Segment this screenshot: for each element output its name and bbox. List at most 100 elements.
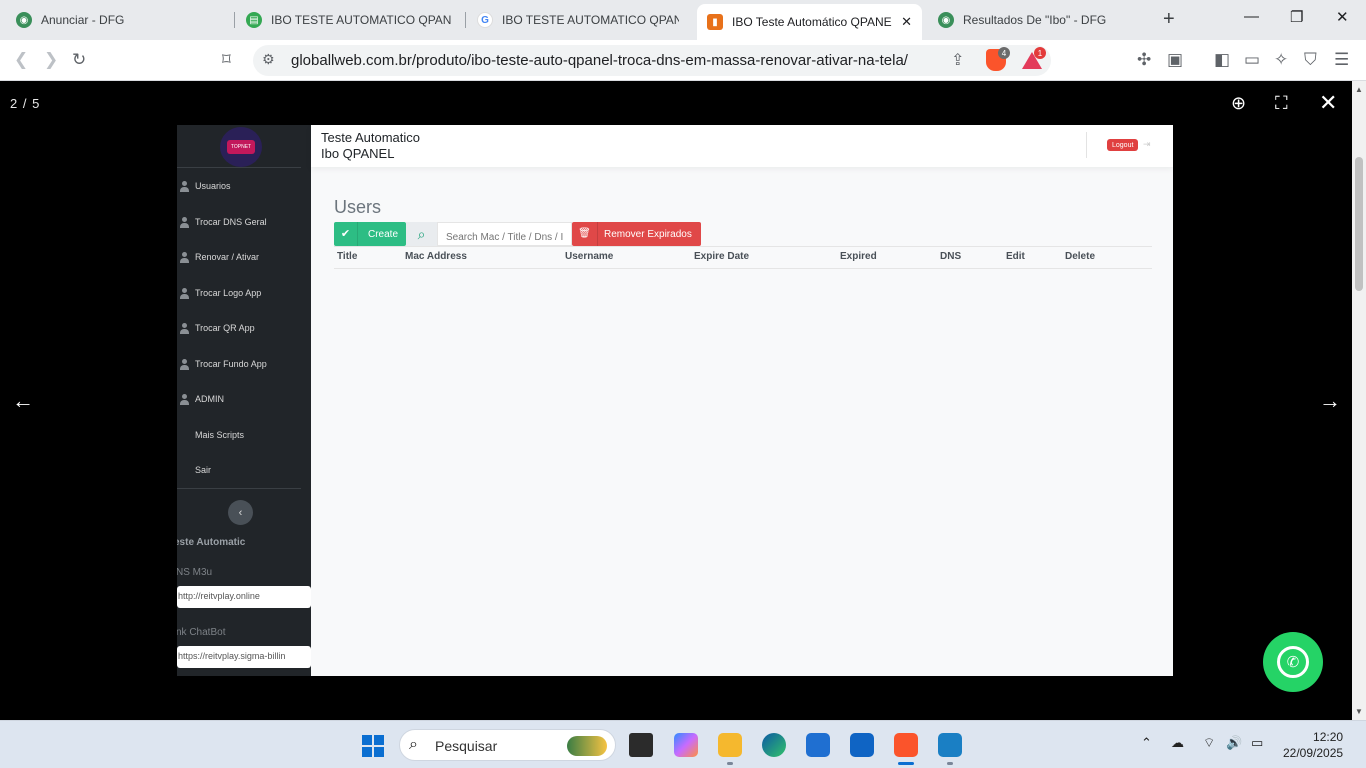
- forward-icon[interactable]: ❯: [44, 50, 58, 70]
- menu-admin[interactable]: ADMIN: [177, 389, 224, 409]
- new-tab-button[interactable]: +: [1163, 8, 1175, 31]
- column-title[interactable]: Title: [337, 251, 357, 262]
- scroll-up-icon[interactable]: ▲: [1355, 85, 1363, 94]
- copilot-icon[interactable]: [674, 733, 698, 757]
- chatbot-input[interactable]: https://reitvplay.sigma-billin: [177, 646, 311, 668]
- menu-trocar-fundo[interactable]: Trocar Fundo App: [177, 354, 267, 374]
- bookmark-icon[interactable]: ⌑: [222, 50, 231, 70]
- menu-mais-scripts[interactable]: Mais Scripts: [195, 425, 244, 445]
- search-input[interactable]: [437, 222, 572, 246]
- search-button[interactable]: ⌕: [406, 222, 437, 246]
- vpn-icon[interactable]: ⛉: [1304, 50, 1317, 70]
- system-clock[interactable]: 12:20 22/09/2025: [1283, 729, 1343, 761]
- wallet-icon[interactable]: ▭: [1244, 50, 1260, 70]
- tab-title: IBO Teste Automático QPANE: [732, 15, 892, 29]
- menu-usuarios[interactable]: Usuarios: [177, 176, 231, 196]
- column-edit[interactable]: Edit: [1006, 251, 1025, 262]
- reader-icon[interactable]: ▣: [1167, 50, 1183, 70]
- reload-icon[interactable]: ↻: [72, 50, 86, 70]
- address-bar[interactable]: ⚙ globallweb.com.br/produto/ibo-teste-au…: [253, 45, 1051, 76]
- onedrive-icon[interactable]: ☁: [1171, 735, 1184, 751]
- tab-title: Resultados De "Ibo" - DFG: [963, 13, 1107, 27]
- menu-label: Trocar DNS Geral: [195, 217, 267, 227]
- user-icon: [179, 287, 190, 299]
- menu-label: Trocar Logo App: [195, 288, 262, 298]
- task-view-icon[interactable]: [629, 733, 653, 757]
- close-lightbox-icon[interactable]: ✕: [1319, 90, 1337, 116]
- close-tab-icon[interactable]: ✕: [895, 14, 912, 30]
- logout-button[interactable]: Logout: [1107, 139, 1139, 151]
- whatsapp-button[interactable]: ✆: [1263, 632, 1323, 692]
- battery-icon[interactable]: ▭: [1251, 735, 1263, 751]
- menu-renovar[interactable]: Renovar / Ativar: [177, 247, 259, 267]
- notepad-icon[interactable]: [938, 733, 962, 757]
- menu-label: Mais Scripts: [195, 430, 245, 440]
- menu-sair[interactable]: Sair: [195, 460, 211, 480]
- panel-sidebar: TOPNET Usuarios Trocar DNS Geral Renovar…: [177, 125, 311, 676]
- menu-icon[interactable]: ☰: [1334, 50, 1349, 70]
- leo-ai-icon[interactable]: ✧: [1274, 50, 1288, 70]
- sidebar-icon[interactable]: ◧: [1214, 50, 1230, 70]
- store-icon[interactable]: [806, 733, 830, 757]
- scroll-thumb[interactable]: [1355, 157, 1363, 291]
- next-arrow-icon[interactable]: →: [1319, 388, 1341, 414]
- fullscreen-icon[interactable]: ⛶: [1275, 93, 1288, 114]
- menu-label: Sair: [195, 465, 212, 475]
- share-icon[interactable]: ⇪: [951, 50, 964, 70]
- tag-icon: ▮: [707, 14, 723, 30]
- tab-title: IBO TESTE AUTOMATICO QPANEL: [502, 13, 679, 27]
- site-info-icon[interactable]: ⚙: [262, 51, 275, 68]
- taskbar: ⌕ Pesquisar ⌃ ☁ ⌔ 🔊 ▭ 12:20 22/09/2025: [0, 720, 1366, 768]
- column-username[interactable]: Username: [565, 251, 613, 262]
- scroll-down-icon[interactable]: ▼: [1355, 707, 1363, 716]
- zoom-icon[interactable]: ⊕: [1231, 93, 1246, 114]
- column-mac-address[interactable]: Mac Address: [405, 251, 467, 262]
- lightbox-image: TOPNET Usuarios Trocar DNS Geral Renovar…: [177, 125, 1173, 676]
- menu-trocar-logo[interactable]: Trocar Logo App: [177, 283, 261, 303]
- panel-logo: TOPNET: [220, 127, 262, 167]
- side-heading: este Automatic: [177, 537, 246, 548]
- tab-ibo-1[interactable]: ▤ IBO TESTE AUTOMATICO QPANEL: [236, 4, 461, 36]
- close-window-icon[interactable]: ✕: [1336, 8, 1349, 26]
- column-expired[interactable]: Expired: [840, 251, 877, 262]
- create-button[interactable]: ✔ Create: [334, 222, 406, 246]
- wifi-icon[interactable]: ⌔: [1203, 735, 1215, 751]
- page-scrollbar[interactable]: ▲ ▼: [1352, 81, 1366, 720]
- clock-date: 22/09/2025: [1283, 746, 1344, 760]
- rewards-count-badge: 1: [1034, 47, 1046, 59]
- extensions-icon[interactable]: ✣: [1137, 50, 1151, 70]
- tab-ibo-active[interactable]: ▮ IBO Teste Automático QPANE ✕: [697, 4, 922, 40]
- tab-anunciar[interactable]: ◉ Anunciar - DFG: [6, 4, 231, 36]
- divider: [177, 488, 301, 489]
- brave-icon[interactable]: [894, 733, 918, 757]
- restore-icon[interactable]: ❐: [1290, 8, 1303, 26]
- header-title-line1: Teste Automatico: [321, 130, 420, 145]
- remove-expired-button[interactable]: 🗑 Remover Expirados: [572, 222, 701, 246]
- tab-title: Anunciar - DFG: [41, 13, 125, 27]
- collapse-sidebar-button[interactable]: ‹: [228, 500, 253, 525]
- volume-icon[interactable]: 🔊: [1226, 735, 1242, 751]
- menu-trocar-dns[interactable]: Trocar DNS Geral: [177, 212, 267, 232]
- column-dns[interactable]: DNS: [940, 251, 961, 262]
- url-text[interactable]: globallweb.com.br/produto/ibo-teste-auto…: [291, 52, 908, 69]
- file-explorer-icon[interactable]: [718, 733, 742, 757]
- start-button[interactable]: [362, 735, 384, 757]
- panel-header: Teste Automatico Ibo QPANEL Logout ⇥: [311, 125, 1173, 167]
- minimize-icon[interactable]: —: [1244, 8, 1259, 25]
- column-delete[interactable]: Delete: [1065, 251, 1095, 262]
- back-icon[interactable]: ❮: [14, 50, 28, 70]
- column-expire-date[interactable]: Expire Date: [694, 251, 749, 262]
- prev-arrow-icon[interactable]: ←: [12, 388, 34, 414]
- menu-trocar-qr[interactable]: Trocar QR App: [177, 318, 255, 338]
- show-hidden-icons[interactable]: ⌃: [1141, 735, 1152, 751]
- globe-icon: ◉: [938, 12, 954, 28]
- menu-label: Trocar Fundo App: [195, 359, 267, 369]
- dns-input[interactable]: http://reitvplay.online: [177, 586, 311, 608]
- tab-ibo-2[interactable]: G IBO TESTE AUTOMATICO QPANEL: [467, 4, 689, 36]
- outlook-icon[interactable]: [850, 733, 874, 757]
- tab-resultados[interactable]: ◉ Resultados De "Ibo" - DFG: [928, 4, 1153, 36]
- taskbar-search[interactable]: ⌕ Pesquisar: [399, 729, 616, 761]
- edge-icon[interactable]: [762, 733, 786, 757]
- user-icon: [179, 358, 190, 370]
- google-icon: G: [477, 12, 493, 28]
